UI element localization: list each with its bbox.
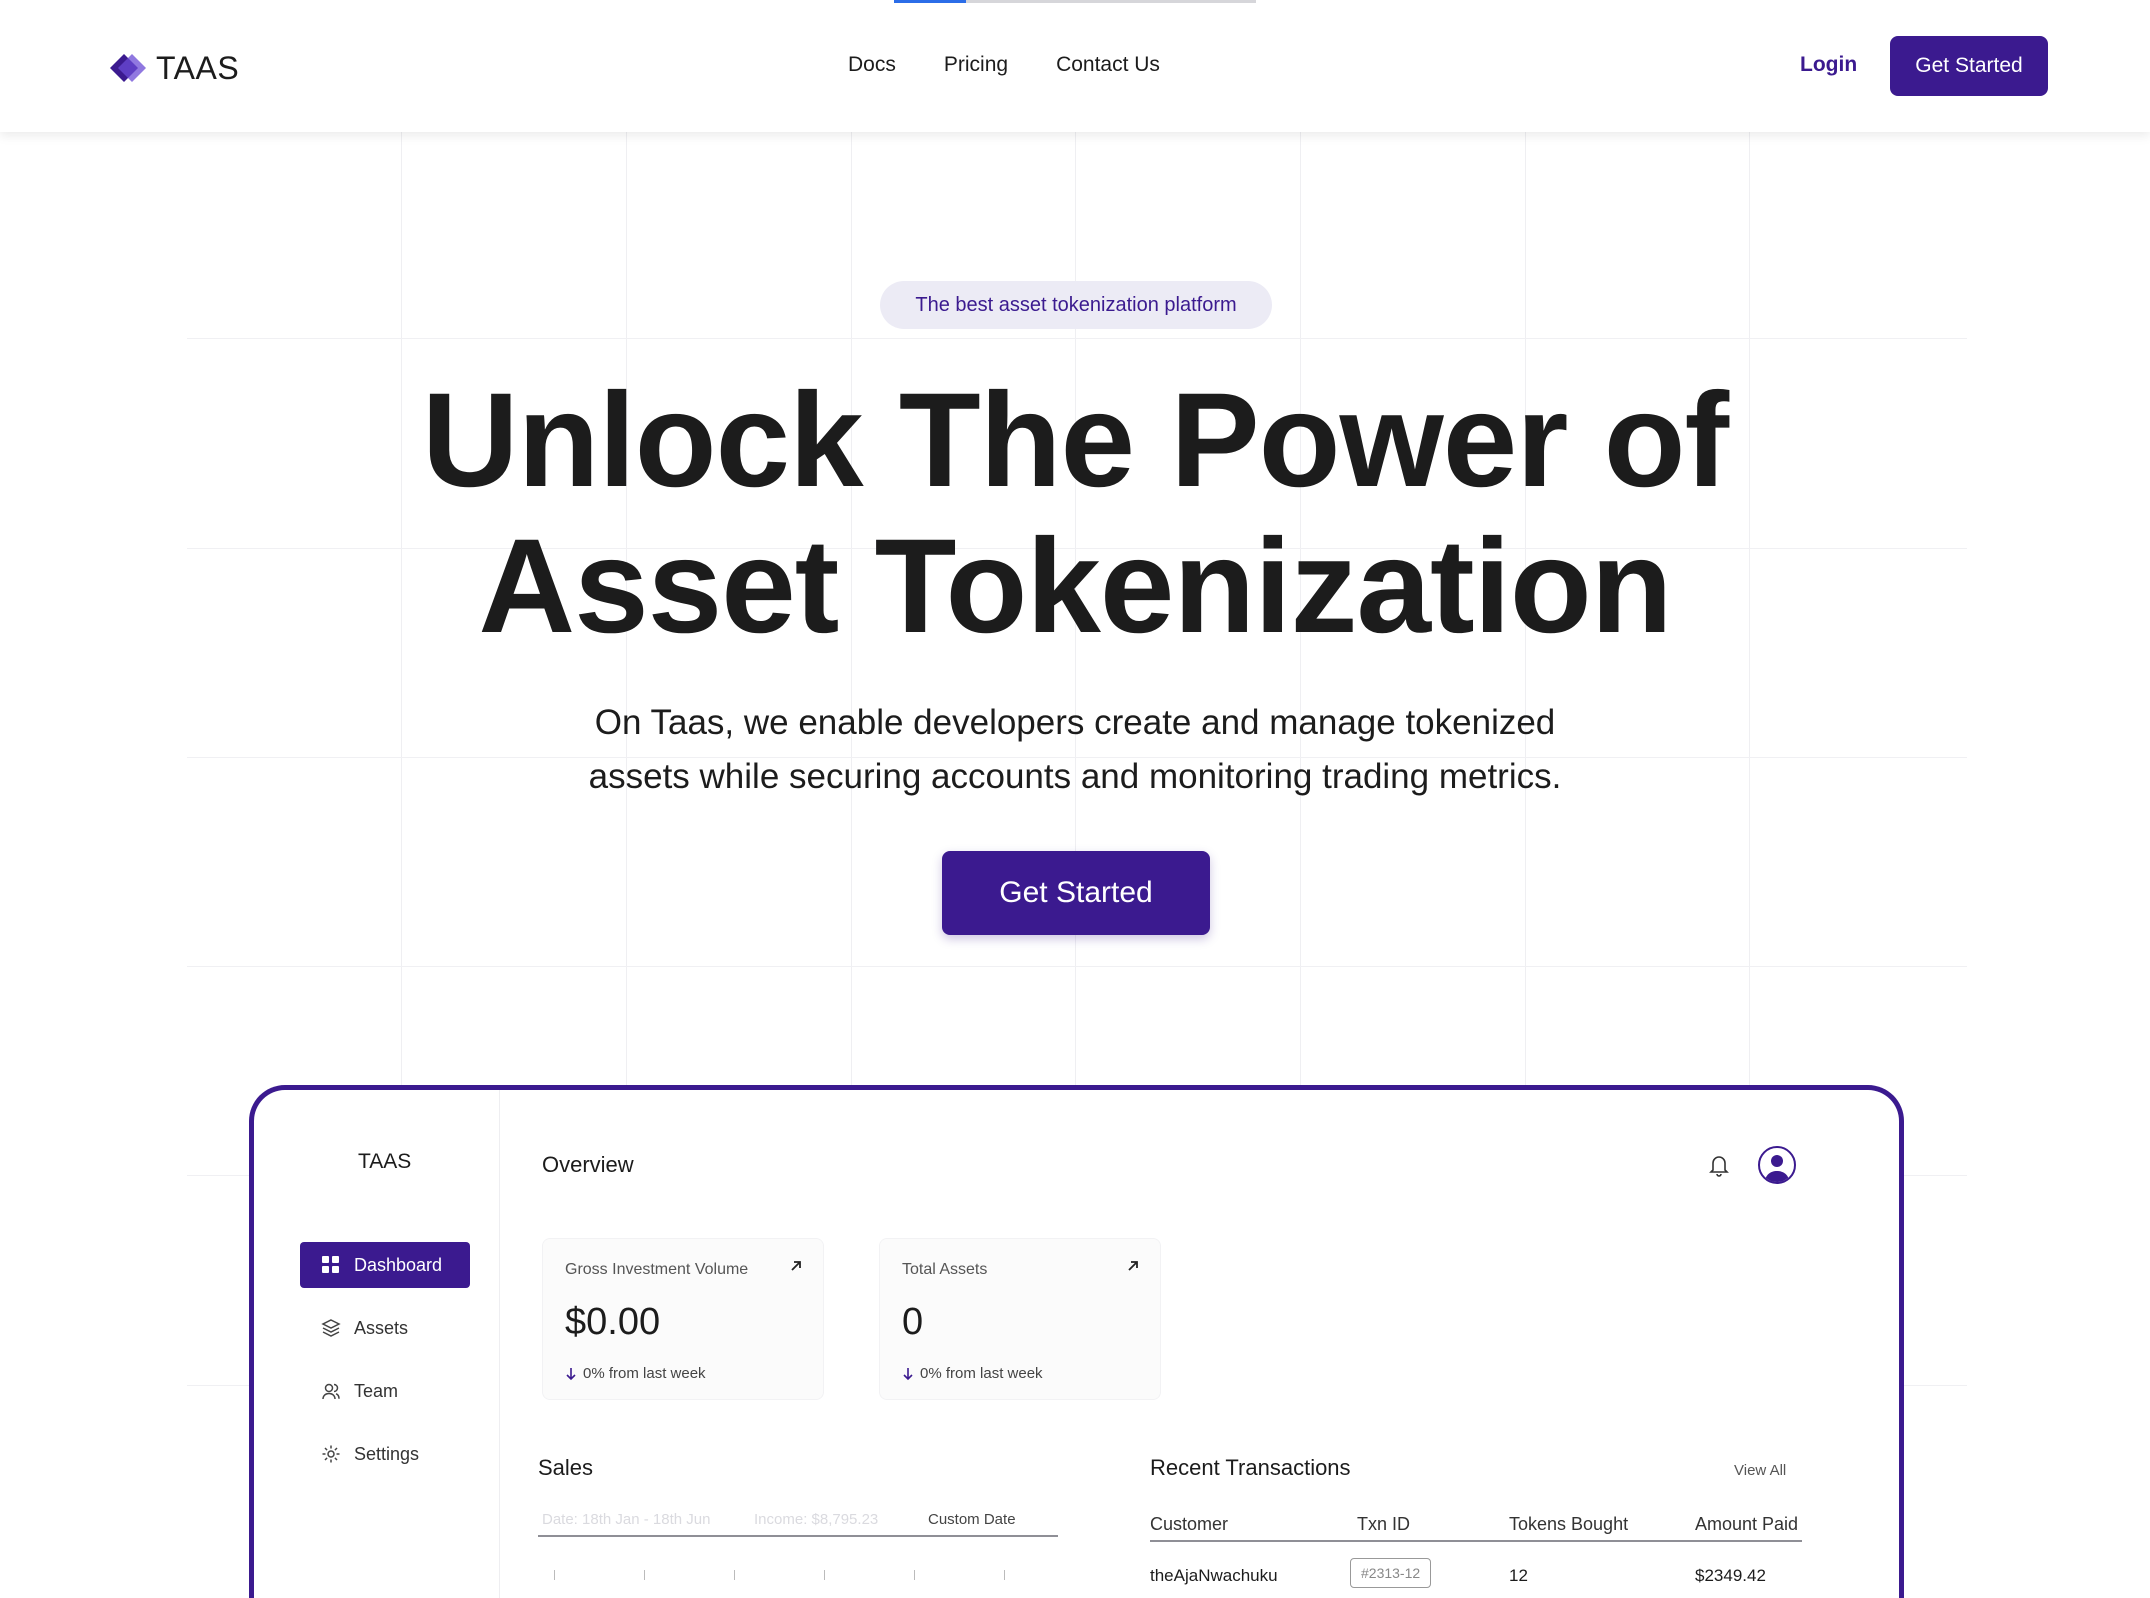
sales-date-filter[interactable]: Date: 18th Jan - 18th Jun <box>542 1511 710 1528</box>
txn-id-badge: #2313-12 <box>1350 1558 1432 1588</box>
table-row[interactable]: theAjaNwachuku #2313-12 12 $2349.42 <box>1150 1558 1802 1598</box>
column-header[interactable]: Amount Paid <box>1695 1514 1798 1535</box>
sidebar-item-settings[interactable]: Settings <box>300 1431 470 1477</box>
page-progress-bar <box>894 0 1256 3</box>
hero-subtitle-line-1: On Taas, we enable developers create and… <box>594 703 1556 742</box>
sidebar-item-label: Dashboard <box>354 1254 443 1275</box>
dashboard-logo: TAAS <box>358 1150 412 1173</box>
sidebar-item-assets[interactable]: Assets <box>300 1305 470 1351</box>
stat-delta-text: 0% from last week <box>583 1365 706 1382</box>
nav-link-pricing[interactable]: Pricing <box>944 53 1008 77</box>
axis-tick <box>734 1570 735 1580</box>
sidebar-item-team[interactable]: Team <box>300 1368 470 1414</box>
bell-icon[interactable] <box>1704 1150 1734 1180</box>
sales-income-filter[interactable]: Income: $8,795.23 <box>754 1511 878 1528</box>
sidebar-item-label: Settings <box>354 1443 420 1464</box>
tagline-pill: The best asset tokenization platform <box>880 281 1272 329</box>
hero-get-started-button[interactable]: Get Started <box>942 851 1210 935</box>
hero-subtitle: On Taas, we enable developers create and… <box>475 696 1675 804</box>
arrow-down-icon <box>903 1367 913 1380</box>
sidebar-item-label: Team <box>354 1380 399 1401</box>
login-link[interactable]: Login <box>1800 53 1857 77</box>
hero-title-line-2: Asset Tokenization <box>478 512 1672 661</box>
tokens-cell: 12 <box>1509 1566 1528 1585</box>
arrow-up-right-icon[interactable] <box>1126 1259 1140 1273</box>
nav-link-contact[interactable]: Contact Us <box>1056 53 1160 77</box>
arrow-down-icon <box>566 1367 576 1380</box>
axis-tick <box>644 1570 645 1580</box>
axis-tick <box>914 1570 915 1580</box>
customer-cell: theAjaNwachuku <box>1150 1566 1278 1585</box>
grid-icon <box>320 1254 342 1276</box>
stat-value: 0 <box>902 1301 924 1343</box>
user-avatar[interactable] <box>1758 1146 1796 1184</box>
stat-label: Total Assets <box>902 1261 988 1278</box>
dashboard-sidebar: TAAS Dashboard Assets Team Settings <box>254 1090 500 1598</box>
stat-value: $0.00 <box>565 1301 661 1343</box>
page-progress-fill <box>894 0 966 3</box>
custom-date-tab[interactable]: Custom Date <box>928 1511 1016 1528</box>
dashboard-title: Overview <box>542 1152 634 1177</box>
stat-delta: 0% from last week <box>565 1365 706 1382</box>
sales-filter-bar: Date: 18th Jan - 18th Jun Income: $8,795… <box>538 1505 1058 1537</box>
amount-cell: $2349.42 <box>1695 1566 1766 1585</box>
sales-title: Sales <box>538 1455 594 1480</box>
transactions-table-header: Customer Txn ID Tokens Bought Amount Pai… <box>1150 1510 1802 1542</box>
view-all-link[interactable]: View All <box>1734 1462 1786 1479</box>
grid-line <box>187 966 1967 967</box>
hero-title: Unlock The Power of Asset Tokenization <box>250 368 1900 660</box>
nav-link-docs[interactable]: Docs <box>848 53 896 77</box>
dashboard-preview: TAAS Dashboard Assets Team Settings Over… <box>249 1085 1904 1598</box>
stat-delta-text: 0% from last week <box>920 1365 1043 1382</box>
hero-subtitle-line-2: assets while securing accounts and monit… <box>588 757 1562 796</box>
stat-card-total-assets: Total Assets 0 0% from last week <box>879 1238 1161 1400</box>
grid-line <box>187 338 1967 339</box>
column-header[interactable]: Tokens Bought <box>1509 1514 1628 1535</box>
layers-icon <box>320 1317 342 1339</box>
stat-delta: 0% from last week <box>902 1365 1043 1382</box>
stat-card-investment: Gross Investment Volume $0.00 0% from la… <box>542 1238 824 1400</box>
site-logo[interactable]: TAAS <box>104 48 239 88</box>
user-icon <box>1765 1155 1789 1182</box>
main-nav: Docs Pricing Contact Us <box>848 53 1160 77</box>
users-icon <box>320 1380 342 1402</box>
sidebar-item-dashboard[interactable]: Dashboard <box>300 1242 470 1288</box>
sidebar-item-label: Assets <box>354 1317 409 1338</box>
axis-tick <box>1004 1570 1005 1580</box>
stat-label: Gross Investment Volume <box>565 1261 749 1278</box>
axis-tick <box>554 1570 555 1580</box>
column-header[interactable]: Customer <box>1150 1514 1228 1535</box>
logo-text: TAAS <box>156 49 240 86</box>
column-header[interactable]: Txn ID <box>1357 1514 1410 1535</box>
logo-diamond-icon <box>110 54 146 82</box>
hero-title-line-1: Unlock The Power of <box>421 366 1729 515</box>
gear-icon <box>320 1443 342 1465</box>
sales-chart-axis <box>554 1570 1054 1590</box>
top-navbar: TAAS Docs Pricing Contact Us Login Get S… <box>0 0 2150 132</box>
transactions-title: Recent Transactions <box>1150 1455 1351 1480</box>
axis-tick <box>824 1570 825 1580</box>
nav-get-started-button[interactable]: Get Started <box>1890 36 2048 96</box>
arrow-up-right-icon[interactable] <box>789 1259 803 1273</box>
